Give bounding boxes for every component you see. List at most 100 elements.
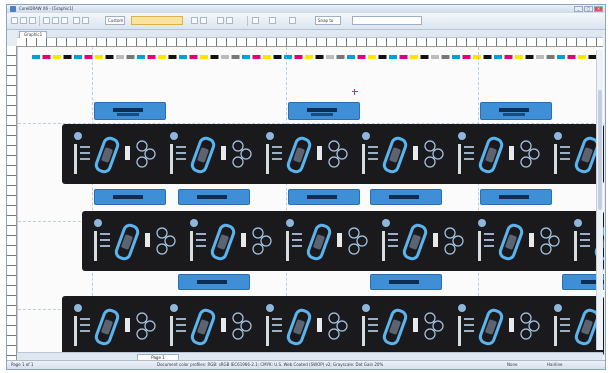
feature-badge-icon: [348, 227, 360, 239]
vertical-scrollbar[interactable]: [596, 50, 603, 350]
product-logo-icon: [458, 304, 466, 312]
barcode-icon: [509, 318, 514, 332]
color-swatch: [137, 55, 145, 59]
packaging-row-3[interactable]: [62, 296, 604, 356]
box-tab-mid[interactable]: [178, 189, 250, 205]
color-swatch: [315, 55, 324, 59]
document-tab-strip: Graphic1: [17, 30, 603, 38]
window-title: CorelDRAW X6 - [Graphic1]: [19, 6, 74, 11]
feature-badge-icon: [136, 312, 148, 324]
product-text-line: [464, 324, 474, 326]
document-tab[interactable]: Graphic1: [19, 31, 48, 38]
undo-icon[interactable]: [73, 17, 80, 24]
open-icon[interactable]: [20, 17, 27, 24]
application-launcher-icon[interactable]: [269, 17, 276, 24]
import-icon[interactable]: [191, 17, 198, 24]
box-tab-top[interactable]: [94, 102, 166, 120]
product-text-line: [388, 239, 398, 241]
product-text-line: [368, 152, 378, 154]
row-1-artwork: [74, 132, 600, 174]
export-icon[interactable]: [200, 17, 207, 24]
barcode-icon: [125, 318, 130, 332]
status-fill[interactable]: None: [507, 362, 517, 367]
maximize-button[interactable]: □: [584, 6, 593, 12]
product-text-line: [176, 146, 186, 148]
color-swatch: [494, 55, 502, 59]
color-swatch: [294, 55, 303, 59]
box-tab-top[interactable]: [480, 102, 552, 120]
registration-mark: [352, 89, 358, 95]
status-color-profile[interactable]: Document color profiles: RGB: sRGB IEC61…: [157, 362, 407, 367]
minimize-button[interactable]: _: [574, 6, 583, 12]
snap-to-dropdown[interactable]: Snap to: [315, 16, 341, 25]
product-logo-icon: [554, 132, 562, 140]
packaging-row-2[interactable]: [82, 211, 604, 271]
zoom-icon[interactable]: [217, 17, 224, 24]
product-text-line: [80, 146, 90, 148]
standard-toolbar: Custom Snap to: [7, 13, 605, 30]
scrollbar-thumb[interactable]: [598, 90, 602, 210]
feature-badge-icon: [328, 140, 340, 152]
color-swatch: [179, 55, 187, 59]
color-bars: [32, 55, 597, 59]
box-tab-mid[interactable]: [178, 274, 250, 290]
redo-icon[interactable]: [82, 17, 89, 24]
feature-badge-icon: [444, 227, 456, 239]
color-swatch: [578, 55, 586, 59]
feature-badge-icon: [232, 312, 244, 324]
welcome-screen-icon[interactable]: [289, 17, 296, 24]
color-swatch: [452, 55, 460, 59]
copy-icon[interactable]: [52, 17, 59, 24]
color-swatch: [53, 55, 61, 59]
feature-badge-icon: [260, 235, 272, 247]
paste-icon[interactable]: [61, 17, 68, 24]
feature-badge-icon: [156, 243, 168, 255]
color-swatch: [347, 55, 355, 59]
box-tab-mid[interactable]: [288, 189, 360, 205]
zoom-select[interactable]: Custom: [105, 16, 125, 25]
box-tab-mid[interactable]: [94, 189, 166, 205]
highlighted-tool-group[interactable]: [131, 16, 183, 25]
product-text-block: [286, 231, 289, 261]
product-text-block: [362, 144, 365, 174]
save-icon[interactable]: [29, 17, 36, 24]
packaging-row-1[interactable]: [62, 124, 604, 184]
product-text-block: [458, 316, 461, 346]
product-text-line: [464, 330, 474, 332]
product-text-line: [580, 245, 590, 247]
box-tab-mid[interactable]: [370, 274, 442, 290]
options-icon[interactable]: [252, 17, 259, 24]
font-select[interactable]: [352, 16, 422, 25]
vertical-ruler[interactable]: [7, 46, 17, 362]
status-outline[interactable]: Hairline: [547, 362, 562, 367]
feature-badge-icon: [136, 328, 148, 340]
color-swatch: [158, 55, 166, 59]
color-swatch: [557, 55, 565, 59]
product-logo-icon: [74, 132, 82, 140]
color-swatch: [357, 55, 366, 59]
box-tab-mid[interactable]: [370, 189, 442, 205]
feature-badge-icon: [348, 243, 360, 255]
feature-badge-icon: [232, 140, 244, 152]
new-document-icon[interactable]: [11, 17, 18, 24]
box-tab-mid[interactable]: [480, 189, 552, 205]
product-text-line: [272, 146, 282, 148]
full-screen-icon[interactable]: [226, 17, 233, 24]
box-tab-top[interactable]: [288, 102, 360, 120]
application-window: CorelDRAW X6 - [Graphic1] _ □ × Custom S…: [6, 4, 606, 370]
product-text-line: [100, 245, 110, 247]
color-swatch: [242, 55, 250, 59]
product-text-line: [176, 324, 186, 326]
product-text-line: [196, 239, 206, 241]
drawing-canvas[interactable]: [17, 47, 604, 361]
product-logo-icon: [362, 304, 370, 312]
workspace: Graphic1 Page 1: [7, 30, 605, 362]
barcode-icon: [413, 146, 418, 160]
close-button[interactable]: ×: [594, 6, 603, 12]
color-swatch: [74, 55, 82, 59]
horizontal-ruler[interactable]: [17, 38, 603, 47]
color-swatch: [42, 55, 51, 59]
product-text-line: [560, 330, 570, 332]
product-text-line: [80, 330, 90, 332]
cut-icon[interactable]: [43, 17, 50, 24]
